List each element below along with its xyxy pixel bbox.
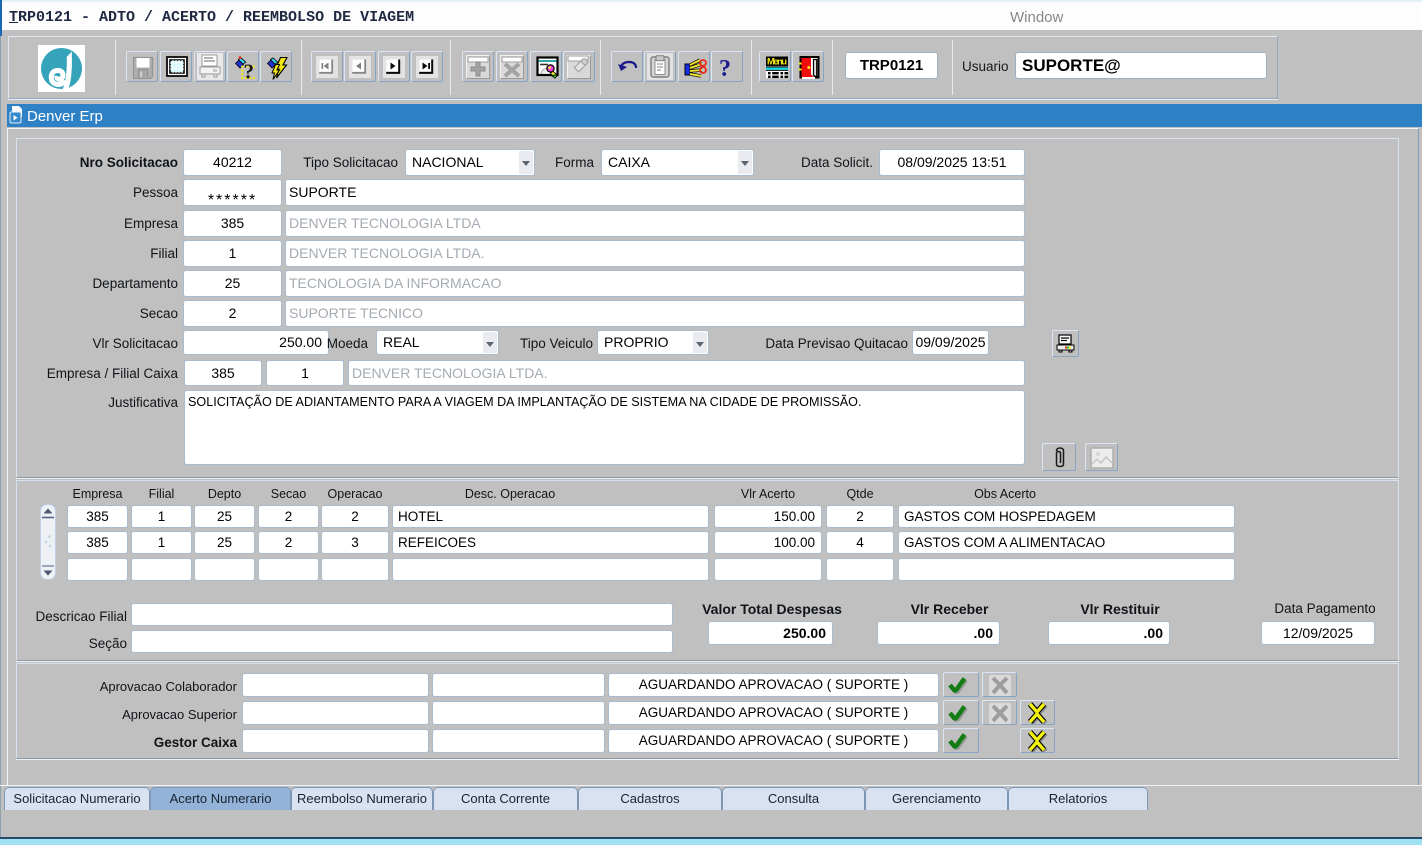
svg-text:?: ? — [244, 60, 255, 82]
svg-text:?: ? — [719, 56, 731, 80]
svg-text:Menu: Menu — [767, 57, 787, 68]
